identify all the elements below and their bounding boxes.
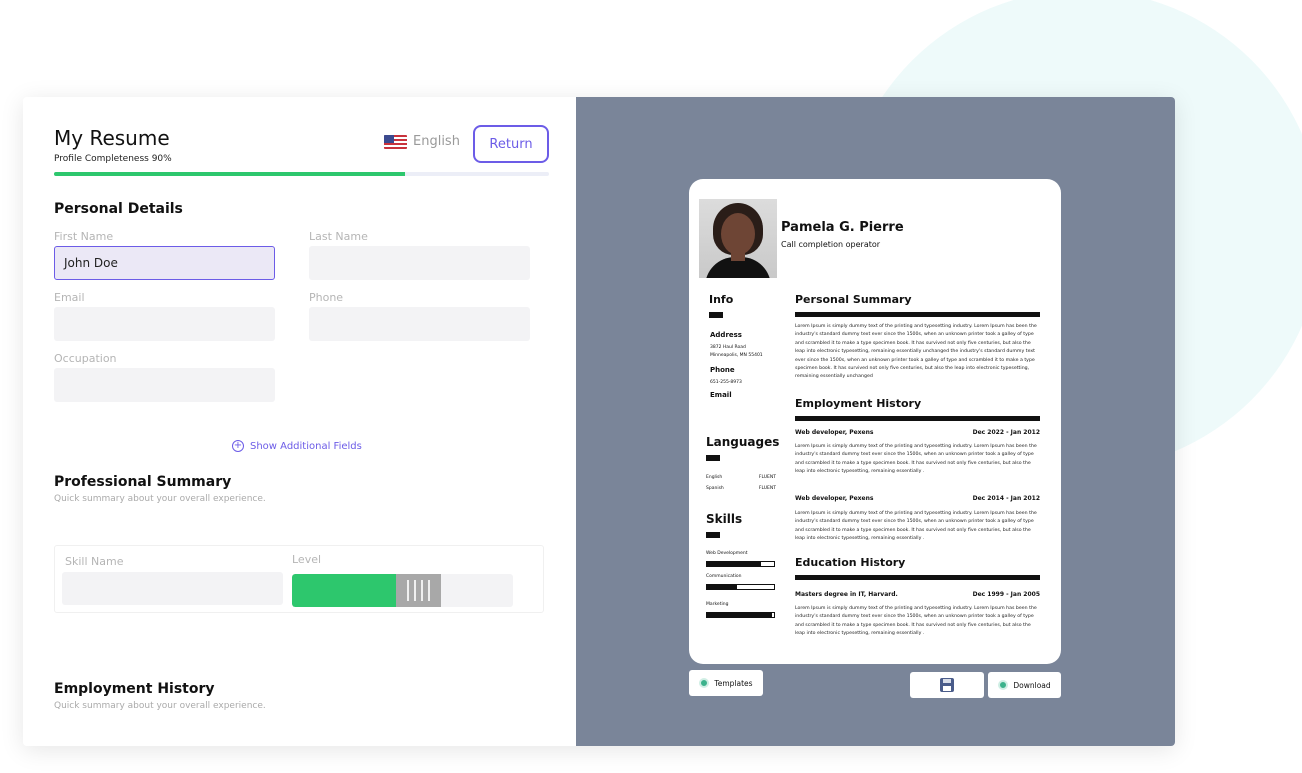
last-name-field[interactable] bbox=[309, 246, 530, 280]
education-description: Lorem Ipsum is simply dummy text of the … bbox=[795, 606, 1037, 637]
resume-name: Pamela G. Pierre bbox=[781, 220, 904, 235]
skill-meter bbox=[706, 612, 775, 618]
employment-history-subtitle: Quick summary about your overall experie… bbox=[54, 701, 266, 711]
phone-field[interactable] bbox=[309, 307, 530, 341]
show-additional-fields-button[interactable]: + Show Additional Fields bbox=[232, 440, 362, 452]
skill-entry: Skill Name Level bbox=[54, 545, 544, 613]
address-label: Address bbox=[710, 331, 742, 339]
professional-summary-subtitle: Quick summary about your overall experie… bbox=[54, 494, 266, 504]
employment-history-heading: Employment History bbox=[795, 397, 922, 410]
language-label: English bbox=[413, 134, 460, 149]
completeness-progress-fill bbox=[54, 172, 406, 176]
employment-history-rule bbox=[795, 416, 1040, 421]
resume-preview-panel: Pamela G. Pierre Call completion operato… bbox=[576, 97, 1175, 746]
download-gear-icon bbox=[998, 680, 1009, 690]
languages-heading-bar bbox=[706, 455, 720, 461]
level-label: Level bbox=[292, 553, 322, 566]
language-selector[interactable]: English bbox=[384, 134, 460, 149]
personal-summary-heading: Personal Summary bbox=[795, 293, 912, 306]
download-button[interactable]: Download bbox=[988, 672, 1061, 698]
email-label: Email bbox=[54, 291, 85, 304]
resume-job-title: Call completion operator bbox=[781, 240, 881, 249]
skill-name: Communication bbox=[706, 574, 742, 579]
education-header: Masters degree in IT, Harvard. Dec 1999 … bbox=[795, 591, 1040, 598]
skill-level-handle[interactable] bbox=[396, 574, 441, 607]
occupation-label: Occupation bbox=[54, 352, 117, 365]
job-role: Web developer, Pexens bbox=[795, 495, 874, 502]
info-heading: Info bbox=[709, 293, 734, 306]
skills-heading-bar bbox=[706, 532, 720, 538]
templates-gear-icon bbox=[699, 678, 710, 688]
phone-label: Phone bbox=[710, 366, 735, 374]
templates-label: Templates bbox=[714, 678, 753, 688]
skill-level-fill bbox=[292, 574, 396, 607]
floppy-disk-icon bbox=[940, 678, 954, 692]
education-dates: Dec 1999 - Jan 2005 bbox=[972, 591, 1040, 598]
personal-details-heading: Personal Details bbox=[54, 201, 183, 217]
address-line-1: 3872 Haul Road bbox=[710, 345, 746, 350]
templates-button[interactable]: Templates bbox=[689, 670, 763, 696]
professional-summary-heading: Professional Summary bbox=[54, 474, 232, 490]
skill-meter bbox=[706, 561, 775, 567]
info-heading-bar bbox=[709, 312, 723, 318]
resume-editor: My Resume Profile Completeness 90% Engli… bbox=[23, 97, 576, 746]
skill-name: Marketing bbox=[706, 602, 729, 607]
skill-level-slider[interactable] bbox=[292, 574, 513, 607]
education-history-rule bbox=[795, 575, 1040, 580]
save-button[interactable] bbox=[910, 672, 984, 698]
skill-meter bbox=[706, 584, 775, 590]
language-row: Spanish FLUENT bbox=[706, 486, 776, 491]
resume-builder-card: My Resume Profile Completeness 90% Engli… bbox=[23, 97, 1175, 746]
education-degree: Masters degree in IT, Harvard. bbox=[795, 591, 898, 598]
first-name-field[interactable]: John Doe bbox=[54, 246, 275, 280]
job-dates: Dec 2022 - Jan 2012 bbox=[972, 429, 1040, 436]
skill-name-field[interactable] bbox=[62, 572, 283, 605]
phone-value: 651-255-8973 bbox=[710, 380, 742, 385]
language-name: Spanish bbox=[706, 486, 724, 491]
skills-heading: Skills bbox=[706, 512, 743, 526]
email-field[interactable] bbox=[54, 307, 275, 341]
us-flag-icon bbox=[384, 134, 407, 149]
language-level: FLUENT bbox=[758, 486, 776, 491]
completeness-progress-bar bbox=[54, 172, 549, 176]
job-description: Lorem Ipsum is simply dummy text of the … bbox=[795, 511, 1037, 542]
personal-summary-text: Lorem Ipsum is simply dummy text of the … bbox=[795, 324, 1037, 380]
personal-summary-rule bbox=[795, 312, 1040, 317]
employment-history-heading: Employment History bbox=[54, 681, 215, 697]
show-additional-fields-label: Show Additional Fields bbox=[250, 440, 362, 452]
job-dates: Dec 2014 - Jan 2012 bbox=[972, 495, 1040, 502]
resume-document: Pamela G. Pierre Call completion operato… bbox=[689, 179, 1061, 664]
profile-photo bbox=[699, 199, 777, 278]
address-line-2: Minneapolis, MN 55401 bbox=[710, 353, 763, 358]
skill-name: Web Development bbox=[706, 551, 748, 556]
phone-label: Phone bbox=[309, 291, 344, 304]
plus-circle-icon: + bbox=[232, 440, 244, 452]
page-title: My Resume bbox=[54, 126, 170, 150]
job-description: Lorem Ipsum is simply dummy text of the … bbox=[795, 444, 1037, 475]
language-row: English FLUENT bbox=[706, 475, 776, 480]
occupation-field[interactable] bbox=[54, 368, 275, 402]
job-header: Web developer, Pexens Dec 2014 - Jan 201… bbox=[795, 495, 1040, 502]
job-role: Web developer, Pexens bbox=[795, 429, 874, 436]
email-label: Email bbox=[710, 391, 732, 399]
profile-completeness-label: Profile Completeness 90% bbox=[54, 154, 172, 164]
language-name: English bbox=[706, 475, 723, 480]
language-level: FLUENT bbox=[758, 475, 776, 480]
job-header: Web developer, Pexens Dec 2022 - Jan 201… bbox=[795, 429, 1040, 436]
last-name-label: Last Name bbox=[309, 230, 368, 243]
education-history-heading: Education History bbox=[795, 556, 906, 569]
languages-heading: Languages bbox=[706, 435, 780, 449]
skill-name-label: Skill Name bbox=[65, 555, 124, 568]
return-button[interactable]: Return bbox=[473, 125, 549, 163]
download-label: Download bbox=[1013, 680, 1051, 690]
first-name-label: First Name bbox=[54, 230, 114, 243]
